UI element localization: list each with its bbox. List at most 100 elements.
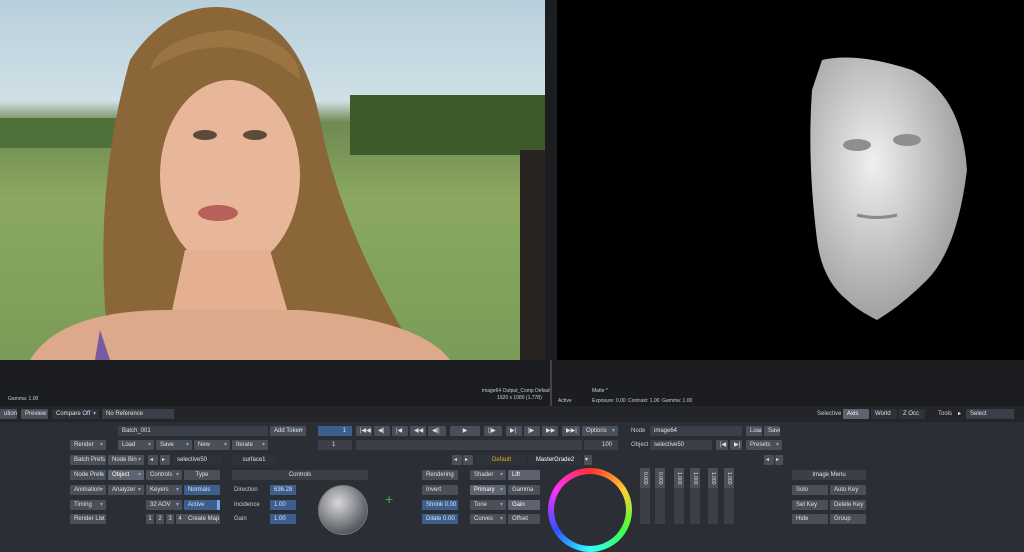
world-button[interactable]: World: [871, 409, 897, 419]
auto-key-button[interactable]: Auto Key: [830, 485, 866, 495]
save-dropdown[interactable]: Save: [156, 440, 192, 450]
page-2-button[interactable]: 2: [156, 514, 164, 524]
crosshair-icon[interactable]: +: [385, 492, 393, 506]
end-frame-field[interactable]: 100: [584, 440, 618, 450]
viewport-divider[interactable]: [545, 0, 557, 360]
step-back-button[interactable]: ◀◀: [410, 426, 426, 436]
presets-dropdown[interactable]: Presets: [746, 440, 782, 450]
set-key-button[interactable]: Set Key: [792, 500, 828, 510]
tone-dropdown[interactable]: Tone: [470, 500, 506, 510]
next-key-button[interactable]: |▶: [524, 426, 540, 436]
go-end-button[interactable]: ▶▶|: [562, 426, 580, 436]
grade-next-button[interactable]: ▸: [463, 455, 473, 465]
play-button[interactable]: ▶: [450, 426, 480, 436]
page-4-button[interactable]: 4: [176, 514, 184, 524]
grade-prev-button[interactable]: ◂: [452, 455, 462, 465]
shader-dropdown[interactable]: Shader: [470, 470, 506, 480]
object-next-button[interactable]: ▶|: [730, 440, 742, 450]
default-grade-tab[interactable]: Default: [476, 455, 526, 465]
direction-trackball[interactable]: [318, 485, 368, 535]
start-frame-field[interactable]: 1: [318, 440, 352, 450]
invert-button[interactable]: Invert: [422, 485, 458, 495]
slider-value-1[interactable]: 0.000: [640, 468, 650, 488]
curves-dropdown[interactable]: Curves: [470, 514, 506, 524]
group-button[interactable]: Group: [830, 514, 866, 524]
solo-button[interactable]: Solo: [792, 485, 828, 495]
resolution-button[interactable]: ution: [0, 409, 17, 419]
select-tool-field[interactable]: Select: [966, 409, 1014, 419]
options-dropdown[interactable]: Options: [582, 426, 618, 436]
render-dropdown[interactable]: Render: [70, 440, 106, 450]
node-prefs-dropdown[interactable]: Node Prefs: [70, 470, 106, 480]
right-viewport[interactable]: [557, 0, 1024, 360]
normals-button[interactable]: Normals: [184, 485, 220, 495]
prev-key-button[interactable]: ◀|: [374, 426, 390, 436]
active-button[interactable]: Active: [184, 500, 220, 510]
add-token-dropdown[interactable]: Add Token: [270, 426, 306, 436]
node-prev-button[interactable]: ◂: [148, 455, 158, 465]
gamma-button[interactable]: Gamma: [508, 485, 540, 495]
dilate-field[interactable]: Dilate 0.00: [422, 514, 458, 524]
page-1-button[interactable]: 1: [146, 514, 154, 524]
animation-dropdown[interactable]: Animation: [70, 485, 106, 495]
batch-prefs-button[interactable]: Batch Prefs: [70, 455, 106, 465]
reference-field[interactable]: No Reference: [102, 409, 174, 419]
primary-dropdown[interactable]: Primary: [470, 485, 506, 495]
grade-menu-button[interactable]: ▾: [584, 455, 592, 465]
node-load-button[interactable]: Load: [746, 426, 762, 436]
frame-field[interactable]: 1: [318, 426, 352, 436]
controls-dropdown[interactable]: Controls: [146, 470, 182, 480]
node-bin-dropdown[interactable]: Node Bin: [108, 455, 144, 465]
analyzer-dropdown[interactable]: Analyzer: [108, 485, 144, 495]
slider-value-6[interactable]: 1.000: [724, 468, 734, 488]
zocc-button[interactable]: Z Occ: [899, 409, 925, 419]
slider-value-2[interactable]: 0.000: [655, 468, 665, 488]
render-list-dropdown[interactable]: Render List: [70, 514, 106, 524]
mastergrade-tab[interactable]: MasterGrade2: [528, 455, 582, 465]
surface-node-field[interactable]: surface1: [232, 455, 276, 465]
new-dropdown[interactable]: New: [194, 440, 230, 450]
load-dropdown[interactable]: Load: [118, 440, 154, 450]
slider-value-4[interactable]: 1.000: [690, 468, 700, 488]
object-field[interactable]: selective50: [650, 440, 712, 450]
object-prev-button[interactable]: |◀: [716, 440, 728, 450]
preview-button[interactable]: Preview: [21, 409, 48, 419]
lift-button[interactable]: Lift: [508, 470, 540, 480]
left-viewport[interactable]: [0, 0, 545, 360]
gain-label: Gain: [234, 516, 247, 522]
node-save-button[interactable]: Save: [764, 426, 780, 436]
go-start-button[interactable]: |◀◀: [356, 426, 372, 436]
incidence-field[interactable]: 1.00: [270, 500, 296, 510]
compare-dropdown[interactable]: Compare Off: [52, 409, 99, 419]
timing-dropdown[interactable]: Timing: [70, 500, 106, 510]
selective-node-field[interactable]: selective50: [173, 455, 221, 465]
step-forward-button[interactable]: ▶▶: [542, 426, 558, 436]
pause-button[interactable]: ||▶: [484, 426, 502, 436]
hide-button[interactable]: Hide: [792, 514, 828, 524]
keyers-dropdown[interactable]: Keyers: [146, 485, 182, 495]
next-frame-button[interactable]: ▶|: [506, 426, 522, 436]
slider-value-3[interactable]: 1.000: [674, 468, 684, 488]
prev-frame-button[interactable]: |◀: [392, 426, 408, 436]
direction-field[interactable]: 636.28: [270, 485, 296, 495]
create-map-button[interactable]: Create Map: [184, 514, 220, 524]
node-field[interactable]: image64: [650, 426, 742, 436]
gain-field[interactable]: 1.00: [270, 514, 296, 524]
color-wheel[interactable]: [548, 468, 632, 552]
shrink-field[interactable]: Shrink 0.00: [422, 500, 458, 510]
gain-button[interactable]: Gain: [508, 500, 540, 510]
offset-button[interactable]: Offset: [508, 514, 540, 524]
delete-key-button[interactable]: Delete Key: [830, 500, 866, 510]
panel-prev-button[interactable]: ◂: [764, 455, 774, 465]
page-3-button[interactable]: 3: [166, 514, 174, 524]
object-dropdown[interactable]: Object: [108, 470, 144, 480]
timeline-bar[interactable]: [356, 440, 582, 450]
rewind-button[interactable]: ◀||: [428, 426, 446, 436]
axis-button[interactable]: Axis: [843, 409, 869, 419]
iterate-dropdown[interactable]: Iterate: [232, 440, 268, 450]
node-next-button[interactable]: ▸: [160, 455, 170, 465]
slider-value-5[interactable]: 1.000: [708, 468, 718, 488]
aov-dropdown[interactable]: 32 AOV: [146, 500, 182, 510]
batch-name-field[interactable]: Batch_001: [118, 426, 268, 436]
panel-next-button[interactable]: ▸: [775, 455, 783, 465]
